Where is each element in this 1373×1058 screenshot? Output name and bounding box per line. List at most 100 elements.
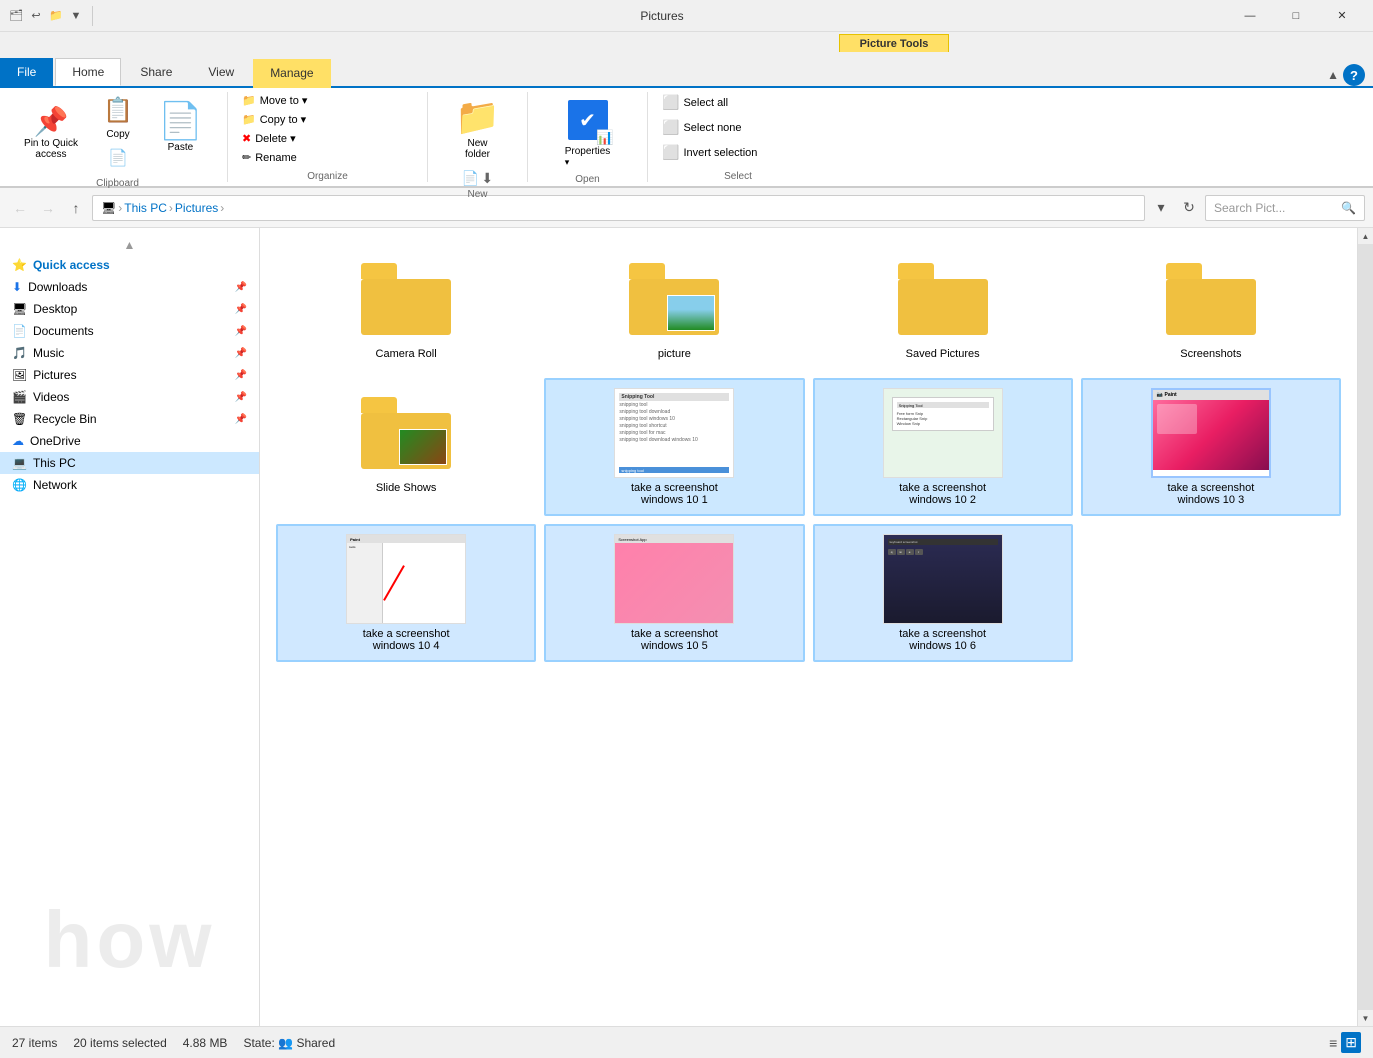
search-icon[interactable]: 🔍 [1341,201,1356,215]
tab-file[interactable]: File [0,58,53,86]
paste-button[interactable]: 📄 [88,146,148,176]
files-grid: Camera Roll picture [268,236,1349,670]
sidebar-item-recycle-bin[interactable]: 🗑 Recycle Bin 📌 [0,408,259,430]
undo-icon[interactable]: ↩ [28,8,44,24]
up-button[interactable]: ↑ [64,196,88,220]
sidebar-item-music[interactable]: 🎵 Music 📌 [0,342,259,364]
dropdown-icon[interactable]: ▼ [68,8,84,24]
file-name-screenshots: Screenshots [1180,348,1241,360]
minimize-button[interactable]: — [1227,0,1273,32]
scroll-track[interactable] [1358,244,1373,1010]
file-item-screenshot6[interactable]: keyboard screenshot q w e r take a scree… [813,524,1073,662]
rename-button[interactable]: ✏ Rename [236,149,303,166]
refresh-button[interactable]: ↻ [1177,196,1201,220]
file-item-picture[interactable]: picture [544,244,804,370]
file-name-saved-pictures: Saved Pictures [906,348,980,360]
quick-access-icon[interactable]: 📁 [48,8,64,24]
new-folder-icon: 📁 [455,96,500,138]
file-item-screenshot4[interactable]: Paint tools take a screenshotwindows 10 … [276,524,536,662]
file-item-screenshot2[interactable]: Snipping Tool Free form Snip Rectangular… [813,378,1073,516]
list-view-button[interactable]: ≡ [1329,1035,1337,1051]
file-item-screenshot1[interactable]: Snipping Tool snipping tool snipping too… [544,378,804,516]
address-path[interactable]: 🖥 › This PC › Pictures › [92,195,1145,221]
videos-icon: 🎬 [12,390,27,404]
invert-selection-icon: ⬜ [662,144,679,161]
new-item-icon2[interactable]: ⬇ [481,170,493,187]
search-box[interactable]: Search Pict... 🔍 [1205,195,1365,221]
sidebar-item-network[interactable]: 🌐 Network [0,474,259,496]
quick-access-icon: ⭐ [12,258,27,272]
scroll-up-arrow[interactable]: ▲ [1358,228,1373,244]
file-item-screenshots[interactable]: Screenshots [1081,244,1341,370]
view-toggle: ≡ ⊞ [1329,1032,1361,1053]
breadcrumb-pictures[interactable]: Pictures [175,201,218,215]
image-thumb-screenshot1: Snipping Tool snipping tool snipping too… [614,388,734,478]
sidebar-item-documents[interactable]: 📄 Documents 📌 [0,320,259,342]
properties-button[interactable]: ✔ 📊 Properties▾ [556,92,620,172]
maximize-button[interactable]: □ [1273,0,1319,32]
file-name-screenshot2: take a screenshotwindows 10 2 [899,482,986,506]
sidebar-scroll-up[interactable]: ▲ [124,238,136,252]
sidebar-item-desktop[interactable]: 🖥 Desktop 📌 [0,298,259,320]
sidebar-item-videos[interactable]: 🎬 Videos 📌 [0,386,259,408]
image-thumb-screenshot4: Paint tools [346,534,466,624]
file-item-camera-roll[interactable]: Camera Roll [276,244,536,370]
pin-icon-music: 📌 [235,348,247,359]
sidebar-item-downloads[interactable]: ⬇ Downloads 📌 [0,276,259,298]
window-controls: — □ ✕ [1227,0,1365,32]
delete-button[interactable]: ✖ Delete ▾ [236,130,302,147]
grid-view-button[interactable]: ⊞ [1341,1032,1361,1053]
copy-icon: 📋 [103,96,133,125]
scroll-down-arrow[interactable]: ▼ [1358,1010,1373,1026]
help-btn[interactable]: ? [1343,64,1365,86]
copy-to-icon: 📁 [242,113,256,126]
invert-selection-button[interactable]: ⬜ Invert selection [656,142,763,163]
search-placeholder: Search Pict... [1214,201,1285,215]
sidebar-item-this-pc[interactable]: 💻 This PC [0,452,259,474]
ribbon-collapse-btn[interactable]: ▲ [1327,68,1339,82]
ribbon-section-open: ✔ 📊 Properties▾ Open [528,92,648,182]
file-name-screenshot1: take a screenshotwindows 10 1 [631,482,718,506]
tab-manage[interactable]: Manage [253,59,330,88]
paste-big-button[interactable]: 📄 Paste [150,92,211,176]
pin-icon-documents: 📌 [235,326,247,337]
tab-view[interactable]: View [191,58,251,86]
file-item-screenshot3[interactable]: 📷 Paint take a screenshotwindows 10 3 [1081,378,1341,516]
select-none-button[interactable]: ⬜ Select none [656,117,748,138]
file-name-screenshot3: take a screenshotwindows 10 3 [1167,482,1254,506]
breadcrumb-icon: 🖥 [101,201,116,215]
dropdown-recent-button[interactable]: ▾ [1149,196,1173,220]
file-name-slide-shows: Slide Shows [376,482,437,494]
new-label: New [467,187,487,200]
status-bar: 27 items 20 items selected 4.88 MB State… [0,1026,1373,1058]
picture-tools-label: Picture Tools [839,34,950,52]
file-name-camera-roll: Camera Roll [376,348,437,360]
folder-thumb-slide-shows [346,388,466,478]
select-all-button[interactable]: ⬜ Select all [656,92,734,113]
title-bar-icons: 🗂 ↩ 📁 ▼ [8,6,97,26]
file-name-screenshot4: take a screenshotwindows 10 4 [363,628,450,652]
sidebar-item-pictures[interactable]: 🖼 Pictures 📌 [0,364,259,386]
sidebar-item-onedrive[interactable]: ☁ OneDrive [0,430,259,452]
paste-icon: 📄 [108,148,128,168]
close-button[interactable]: ✕ [1319,0,1365,32]
copy-to-button[interactable]: 📁 Copy to ▾ [236,111,312,128]
back-button[interactable]: ← [8,196,32,220]
new-item-icon1[interactable]: 📄 [462,170,479,187]
tab-home[interactable]: Home [55,58,121,86]
copy-button[interactable]: 📋 Copy [88,92,148,144]
new-folder-button[interactable]: 📁 Newfolder [447,92,508,164]
file-item-screenshot5[interactable]: Screenshot App take a screenshotwindows … [544,524,804,662]
file-item-slide-shows[interactable]: Slide Shows [276,378,536,516]
window-title: Pictures [97,9,1227,23]
organize-label: Organize [307,169,348,182]
ribbon-section-organize: 📁 Move to ▾ 📁 Copy to ▾ ✖ Delete ▾ ✏ Ren… [228,92,428,182]
breadcrumb-thispc[interactable]: This PC [124,201,167,215]
move-to-button[interactable]: 📁 Move to ▾ [236,92,313,109]
tab-share[interactable]: Share [123,58,189,86]
forward-button[interactable]: → [36,196,60,220]
file-item-saved-pictures[interactable]: Saved Pictures [813,244,1073,370]
right-scrollbar[interactable]: ▲ ▼ [1357,228,1373,1026]
pin-to-quick-access-button[interactable]: 📌 Pin to Quickaccess [16,104,86,164]
sidebar: ▲ ⭐ Quick access ⬇ Downloads 📌 🖥 Desktop… [0,228,260,1026]
